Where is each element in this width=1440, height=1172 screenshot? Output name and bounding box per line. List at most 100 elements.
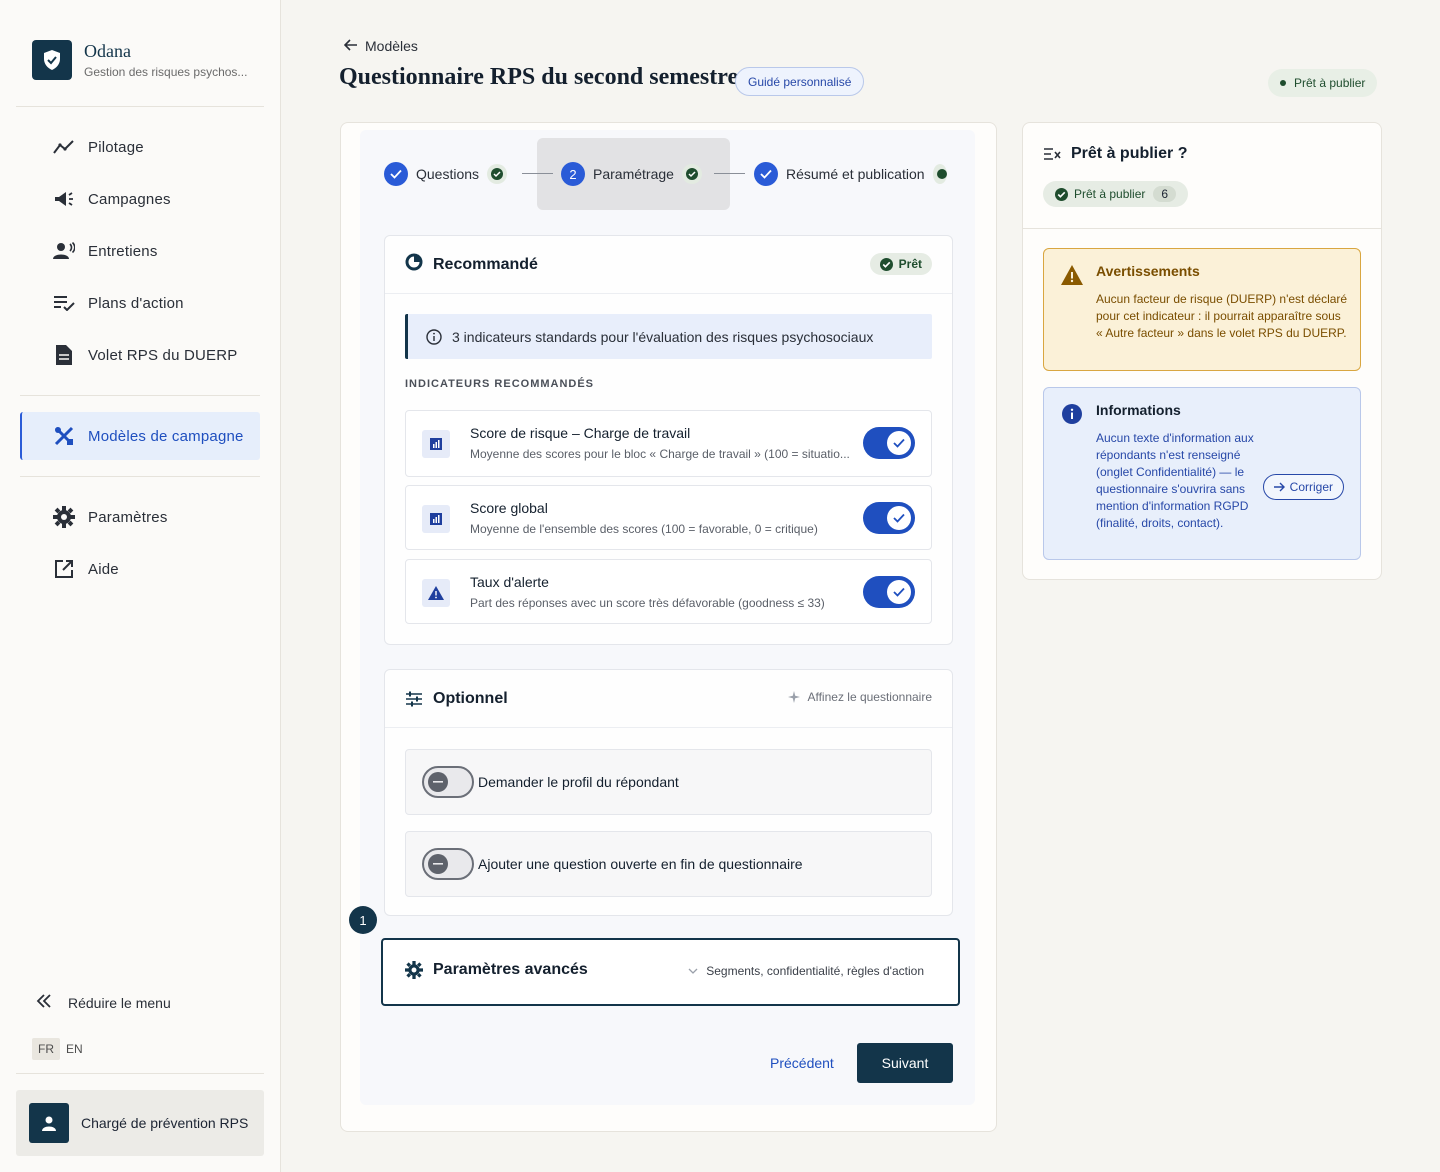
option-toggle[interactable] — [422, 766, 474, 798]
check-icon — [887, 431, 911, 455]
nav-item-aide[interactable]: Aide — [20, 545, 260, 593]
info-banner: 3 indicateurs standards pour l'évaluatio… — [405, 314, 932, 359]
ready-count: 6 — [1153, 186, 1177, 202]
advanced-title: Paramètres avancés — [433, 961, 588, 978]
document-icon — [52, 343, 76, 367]
reduce-menu-button[interactable]: Réduire le menu — [36, 994, 171, 1011]
arrow-right-icon — [1273, 482, 1285, 492]
sliders-icon — [405, 691, 423, 707]
reduce-menu-label: Réduire le menu — [68, 994, 171, 1011]
optional-title: Optionnel — [433, 689, 508, 707]
warnings-title: Avertissements — [1096, 263, 1200, 279]
megaphone-icon — [52, 187, 76, 211]
check-circle-icon — [932, 164, 947, 184]
indicator-toggle[interactable] — [863, 502, 915, 534]
step-number: 2 — [561, 162, 585, 186]
sparkle-icon — [787, 690, 801, 704]
option-toggle[interactable] — [422, 848, 474, 880]
optional-hint: Affinez le questionnaire — [787, 690, 932, 704]
optional-panel: Optionnel Affinez le questionnaire Deman… — [384, 669, 953, 916]
indicator-subtitle: Part des réponses avec un score très déf… — [470, 596, 825, 610]
nav-item-modeles-campagne[interactable]: Modèles de campagne — [20, 412, 260, 460]
previous-button[interactable]: Précédent — [760, 1043, 844, 1083]
lang-fr[interactable]: FR — [32, 1038, 60, 1060]
back-label: Modèles — [365, 38, 418, 54]
avatar — [29, 1103, 69, 1143]
nav-item-pilotage[interactable]: Pilotage — [20, 123, 260, 171]
gear-icon — [405, 961, 423, 979]
indicator-subtitle: Moyenne des scores pour le bloc « Charge… — [470, 447, 850, 461]
nav-label: Campagnes — [88, 190, 171, 208]
check-circle-icon — [1055, 187, 1068, 201]
nav-label: Paramètres — [88, 508, 168, 526]
indicator-title: Taux d'alerte — [470, 574, 549, 590]
check-circle-icon — [681, 164, 702, 184]
indicator-title: Score global — [470, 500, 548, 516]
divider — [16, 106, 264, 107]
step-label: Résumé et publication — [786, 166, 925, 182]
guided-badge: Guidé personnalisé — [735, 67, 865, 96]
step-parametrage[interactable]: 2 Paramétrage — [561, 138, 702, 210]
warnings-box: Avertissements Aucun facteur de risque (… — [1043, 248, 1361, 371]
fix-label: Corriger — [1289, 480, 1333, 494]
step-questions[interactable]: Questions — [384, 138, 508, 210]
step-number-badge: 1 — [349, 906, 377, 934]
option-row[interactable]: Ajouter une question ouverte en fin de q… — [405, 831, 932, 897]
indicator-toggle[interactable] — [863, 576, 915, 608]
nav-item-volet-duerp[interactable]: Volet RPS du DUERP — [20, 331, 260, 379]
warning-icon — [422, 579, 450, 607]
info-icon — [426, 328, 442, 345]
nav-label: Aide — [88, 560, 119, 578]
indicator-row[interactable]: Score global Moyenne de l'ensemble des s… — [405, 485, 932, 550]
option-row[interactable]: Demander le profil du répondant — [405, 749, 932, 815]
option-label: Demander le profil du répondant — [478, 774, 679, 790]
divider — [20, 476, 260, 477]
ready-badge-label: Prêt — [898, 257, 922, 271]
check-icon — [887, 506, 911, 530]
chart-line-icon — [52, 135, 76, 159]
side-title: Prêt à publier ? — [1043, 145, 1187, 163]
list-x-icon — [1043, 147, 1061, 161]
info-icon — [1062, 404, 1082, 429]
lang-en[interactable]: EN — [60, 1038, 89, 1060]
step-resume[interactable]: Résumé et publication — [754, 138, 947, 210]
brand[interactable]: Odana Gestion des risques psychos... — [32, 40, 247, 80]
advanced-settings-accordion[interactable]: Paramètres avancés Segments, confidentia… — [381, 938, 960, 1006]
recommended-header: Recommandé Prêt — [385, 236, 952, 294]
status-label: Prêt à publier — [1294, 76, 1366, 90]
ready-count-label: Prêt à publier — [1074, 187, 1146, 201]
warnings-text: Aucun facteur de risque (DUERP) n'est dé… — [1096, 292, 1348, 340]
nav-item-plans-action[interactable]: Plans d'action — [20, 279, 260, 327]
fix-button[interactable]: Corriger — [1262, 474, 1344, 500]
divider — [16, 1073, 264, 1074]
next-button[interactable]: Suivant — [857, 1043, 953, 1083]
indicator-subtitle: Moyenne de l'ensemble des scores (100 = … — [470, 522, 818, 536]
status-badge: Prêt à publier — [1268, 69, 1378, 97]
ring-icon — [405, 253, 423, 276]
side-title-text: Prêt à publier ? — [1071, 145, 1188, 162]
indicator-toggle[interactable] — [863, 427, 915, 459]
user-profile[interactable]: Chargé de prévention RPS — [16, 1090, 264, 1156]
ready-count-badge: Prêt à publier 6 — [1043, 181, 1189, 207]
bar-chart-icon — [422, 430, 450, 458]
brand-subtitle: Gestion des risques psychos... — [84, 65, 248, 79]
check-icon — [754, 162, 778, 186]
warning-icon — [1061, 265, 1083, 290]
person-voice-icon — [52, 239, 76, 263]
indicator-title: Score de risque – Charge de travail — [470, 425, 691, 441]
advanced-hint: Segments, confidentialité, règles d'acti… — [706, 964, 924, 978]
gear-icon — [52, 505, 76, 529]
informations-title: Informations — [1096, 402, 1181, 418]
nav-item-campagnes[interactable]: Campagnes — [20, 175, 260, 223]
indicator-row[interactable]: Score de risque – Charge de travail Moye… — [405, 410, 932, 477]
back-link[interactable]: Modèles — [343, 38, 418, 54]
divider — [1023, 228, 1381, 229]
recommended-panel: Recommandé Prêt 3 indicateurs standards … — [384, 235, 953, 645]
check-icon — [887, 580, 911, 604]
nav-item-entretiens[interactable]: Entretiens — [20, 227, 260, 275]
nav-label: Pilotage — [88, 138, 144, 156]
indicator-row[interactable]: Taux d'alerte Part des réponses avec un … — [405, 559, 932, 624]
nav-item-parametres[interactable]: Paramètres — [20, 493, 260, 541]
optional-hint-text: Affinez le questionnaire — [807, 690, 932, 704]
step-label: Questions — [416, 166, 480, 182]
